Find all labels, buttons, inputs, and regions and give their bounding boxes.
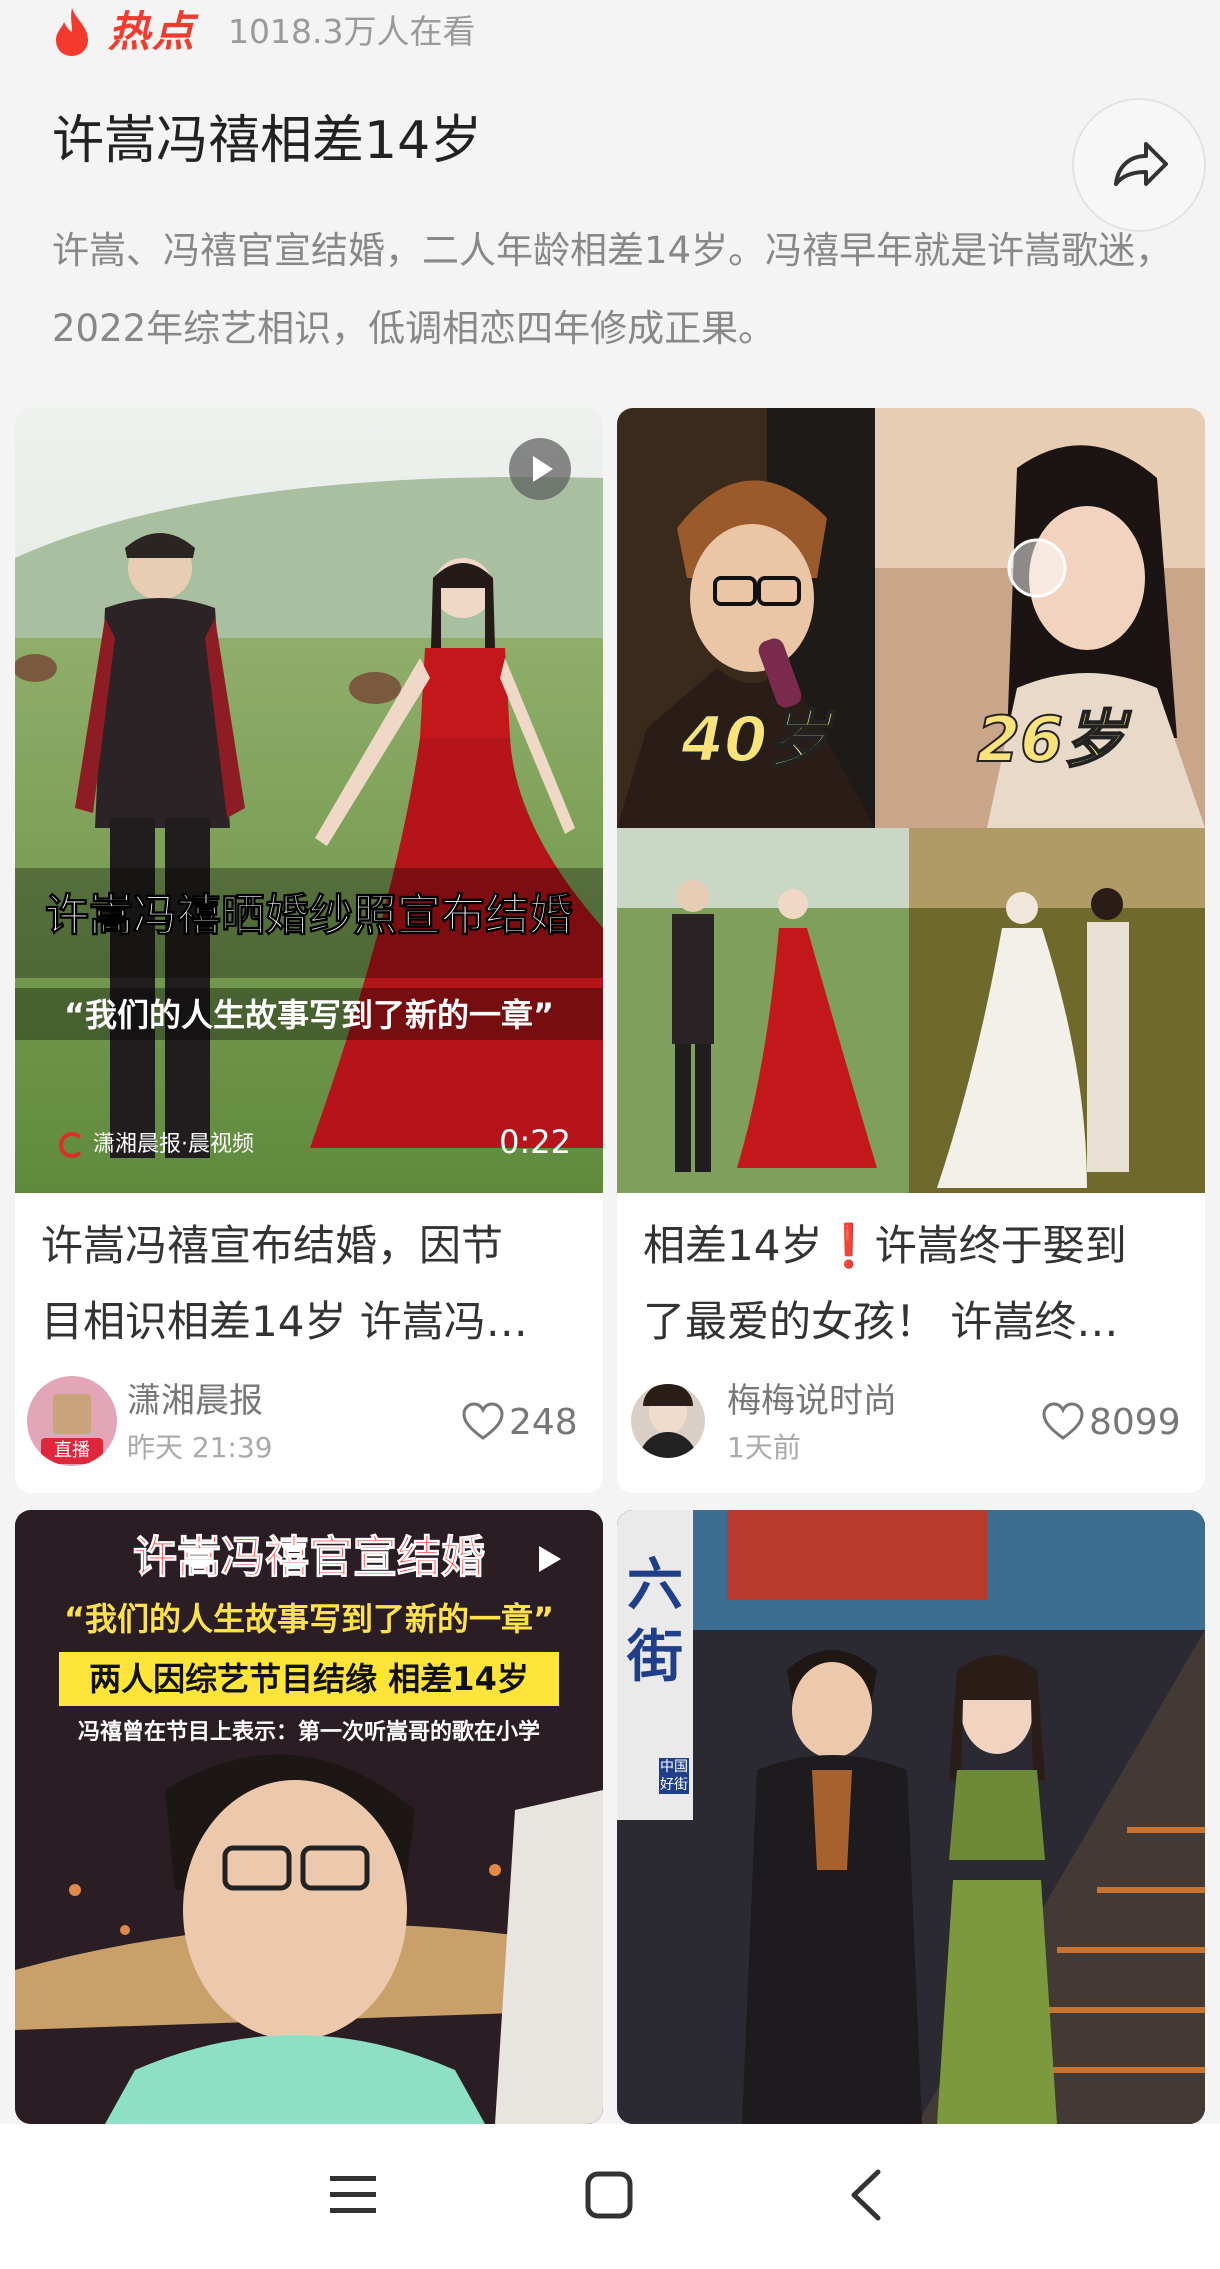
hot-label: 热点 [108, 7, 197, 56]
page-title: 许嵩冯禧相差14岁 [52, 111, 483, 171]
system-nav-bar [0, 2124, 1220, 2269]
heart-icon[interactable] [1041, 1402, 1085, 1442]
card-caption-line1[interactable]: 许嵩冯禧宣布结婚，因节 [41, 1208, 581, 1284]
feed-card-1[interactable]: 许嵩冯禧晒婚纱照宣布结婚 “我们的人生故事写到了新的一章” 潇湘晨报·晨视频 0… [15, 408, 603, 1493]
channel-logo-icon [59, 1132, 85, 1158]
post-time: 1天前 [727, 1431, 801, 1464]
author-name[interactable]: 潇湘晨报 [127, 1378, 263, 1424]
collage-images [617, 408, 1205, 1193]
video-duration: 0:22 [499, 1123, 571, 1161]
heart-icon[interactable] [461, 1402, 505, 1442]
feed-card-3[interactable]: 许嵩冯禧官宣结婚 “我们的人生故事写到了新的一章” 两人因综艺节目结缘 相差14… [15, 1510, 603, 2124]
watermark-text: 潇湘晨报·晨视频 [93, 1132, 254, 1157]
channel-watermark: 潇湘晨报·晨视频 [59, 1128, 254, 1162]
overlay-title: 许嵩冯禧晒婚纱照宣布结婚 [45, 890, 574, 942]
share-icon [1114, 142, 1168, 186]
banner-quote: “我们的人生故事写到了新的一章” [63, 1600, 555, 1638]
avatar[interactable]: 直播 [27, 1376, 117, 1466]
video-thumbnail[interactable]: 许嵩冯禧官宣结婚 “我们的人生故事写到了新的一章” 两人因综艺节目结缘 相差14… [15, 1510, 603, 2124]
overlay-quote: “我们的人生故事写到了新的一章” [63, 996, 555, 1034]
sign-small-text: 中国好街 [659, 1758, 689, 1794]
play-icon[interactable] [509, 438, 571, 500]
age-label-left: 40岁 [680, 702, 830, 777]
menu-icon[interactable] [328, 2172, 378, 2218]
photo-thumbnail[interactable]: 六街 中国好街 [617, 1510, 1205, 2124]
play-icon[interactable] [525, 1536, 571, 1582]
like-count: 248 [509, 1402, 578, 1443]
flame-icon [56, 8, 88, 56]
age-label-right: 26岁 [976, 702, 1126, 777]
photo-collage[interactable]: 40岁 26岁 [617, 408, 1205, 1193]
hot-topic-header: 热点 1018.3万人在看 [0, 0, 1220, 66]
banner-title: 许嵩冯禧官宣结婚 [133, 1532, 486, 1584]
sign-text: 六街 [627, 1553, 683, 1690]
feed-card-2[interactable]: 40岁 26岁 相差14岁❗许嵩终于娶到 了最爱的女孩！ 许嵩终… 梅梅说时尚 … [617, 408, 1205, 1493]
avatar[interactable] [631, 1384, 705, 1458]
like-count: 8099 [1089, 1402, 1181, 1443]
topic-description: 许嵩、冯禧官宣结婚，二人年龄相差14岁。冯禧早年就是许嵩歌迷，2022年综艺相识… [52, 229, 1173, 350]
card-caption-line2[interactable]: 目相识相差14岁 许嵩冯… [41, 1284, 581, 1360]
post-time: 昨天 21:39 [127, 1431, 273, 1464]
wedding-photo-image [15, 408, 603, 1193]
banner-highlight: 两人因综艺节目结缘 相差14岁 [59, 1652, 559, 1706]
feed-card-4[interactable]: 六街 中国好街 [617, 1510, 1205, 2124]
card-caption-line2[interactable]: 了最爱的女孩！ 许嵩终… [643, 1284, 1183, 1360]
live-badge: 直播 [41, 1438, 103, 1464]
video-thumbnail[interactable]: 许嵩冯禧晒婚纱照宣布结婚 “我们的人生故事写到了新的一章” 潇湘晨报·晨视频 0… [15, 408, 603, 1193]
viewer-count: 1018.3万人在看 [228, 12, 476, 51]
back-chevron-icon[interactable] [846, 2168, 886, 2222]
couple-stage-image [617, 1510, 1205, 2124]
author-name[interactable]: 梅梅说时尚 [727, 1378, 897, 1424]
card-caption-line1[interactable]: 相差14岁❗许嵩终于娶到 [643, 1208, 1183, 1284]
home-square-icon[interactable] [584, 2170, 634, 2220]
banner-subtitle: 冯禧曾在节目上表示：第一次听嵩哥的歌在小学 [77, 1720, 540, 1745]
